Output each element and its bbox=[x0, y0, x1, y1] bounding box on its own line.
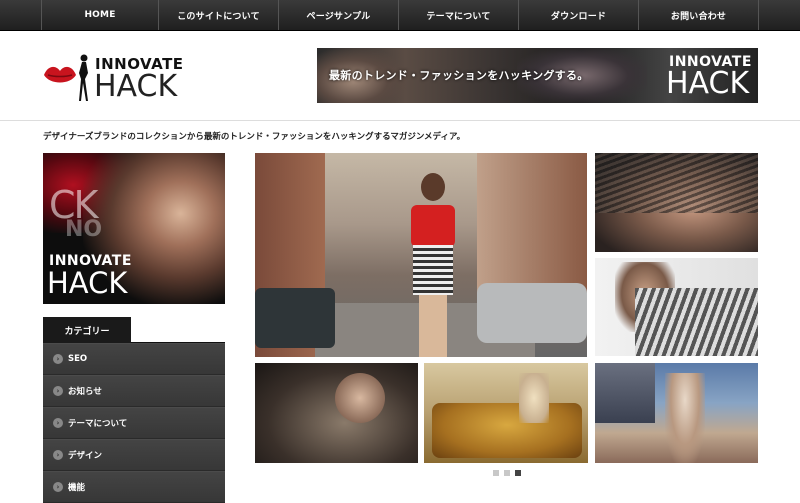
featured-photo-main[interactable] bbox=[255, 153, 587, 357]
nav-theme[interactable]: テーマについて bbox=[399, 0, 519, 30]
chevron-right-icon: › bbox=[53, 450, 63, 460]
chevron-right-icon: › bbox=[53, 418, 63, 428]
photo-building-right bbox=[477, 153, 587, 303]
photo-model bbox=[403, 173, 463, 357]
chevron-right-icon: › bbox=[53, 482, 63, 492]
slider-dot-1[interactable] bbox=[493, 470, 499, 476]
category-item-label: お知らせ bbox=[68, 387, 102, 397]
category-list: › SEO › お知らせ › テーマについて › デザイン › 機能 bbox=[43, 343, 225, 503]
photo-sofa bbox=[432, 403, 582, 458]
slider-dot-3[interactable] bbox=[515, 470, 521, 476]
photo-glitter-face bbox=[335, 373, 385, 423]
category-item-news[interactable]: › お知らせ bbox=[43, 375, 225, 407]
category-item-label: デザイン bbox=[68, 451, 103, 461]
category-header: カテゴリー bbox=[43, 317, 225, 343]
photo-man-jacket[interactable] bbox=[595, 258, 758, 356]
banner-text: 最新のトレンド・ファッションをハッキングする。 bbox=[329, 69, 589, 82]
sidebar-banner-no: NO bbox=[65, 217, 103, 242]
category-item-label: SEO bbox=[68, 354, 88, 364]
nav-contact[interactable]: お問い合わせ bbox=[639, 0, 759, 30]
photo-rooftop-building bbox=[595, 363, 655, 423]
photo-model-top bbox=[411, 205, 455, 247]
photo-car-left bbox=[255, 288, 335, 348]
chevron-right-icon: › bbox=[53, 386, 63, 396]
photo-sofa-model bbox=[519, 373, 549, 423]
photo-chains bbox=[595, 153, 758, 213]
photo-model-legs bbox=[419, 295, 447, 357]
site-logo[interactable]: INNOVATE HACK bbox=[42, 53, 192, 104]
banner-logo-bottom: HACK bbox=[666, 66, 750, 101]
photo-glitter-makeup[interactable] bbox=[255, 363, 418, 463]
category-item-features[interactable]: › 機能 bbox=[43, 471, 225, 503]
top-navigation: HOME このサイトについて ページサンプル テーマについて ダウンロード お問… bbox=[0, 0, 800, 31]
chevron-right-icon: › bbox=[53, 354, 63, 364]
category-title: カテゴリー bbox=[43, 317, 131, 343]
photo-chain-veil[interactable] bbox=[595, 153, 758, 252]
photo-car-right bbox=[477, 283, 587, 343]
photo-gold-sofa[interactable] bbox=[424, 363, 588, 463]
category-item-theme[interactable]: › テーマについて bbox=[43, 407, 225, 439]
category-item-seo[interactable]: › SEO bbox=[43, 343, 225, 375]
sidebar-banner[interactable]: CK NO INNOVATE HACK bbox=[43, 153, 225, 304]
category-item-label: 機能 bbox=[68, 483, 86, 493]
photo-rooftop[interactable] bbox=[595, 363, 758, 463]
nav-home[interactable]: HOME bbox=[41, 0, 159, 30]
sidebar-banner-bottom: HACK bbox=[47, 266, 128, 300]
photo-striped-jacket bbox=[635, 288, 758, 356]
nav-about[interactable]: このサイトについて bbox=[159, 0, 279, 30]
site-header: INNOVATE HACK 最新のトレンド・ファッションをハッキングする。 IN… bbox=[0, 31, 800, 121]
photo-model-skirt bbox=[413, 245, 453, 295]
header-banner[interactable]: 最新のトレンド・ファッションをハッキングする。 INNOVATE HACK bbox=[317, 48, 758, 103]
logo-text-bottom: HACK bbox=[94, 69, 178, 104]
photo-rooftop-model bbox=[665, 373, 705, 463]
nav-download[interactable]: ダウンロード bbox=[519, 0, 639, 30]
slider-dot-2[interactable] bbox=[504, 470, 510, 476]
category-item-design[interactable]: › デザイン bbox=[43, 439, 225, 471]
slider-pagination bbox=[493, 470, 521, 476]
site-tagline: デザイナーズブランドのコレクションから最新のトレンド・ファッションをハッキングす… bbox=[43, 132, 466, 142]
category-item-label: テーマについて bbox=[68, 419, 128, 429]
nav-page-sample[interactable]: ページサンプル bbox=[279, 0, 399, 30]
photo-model-head bbox=[421, 173, 445, 201]
